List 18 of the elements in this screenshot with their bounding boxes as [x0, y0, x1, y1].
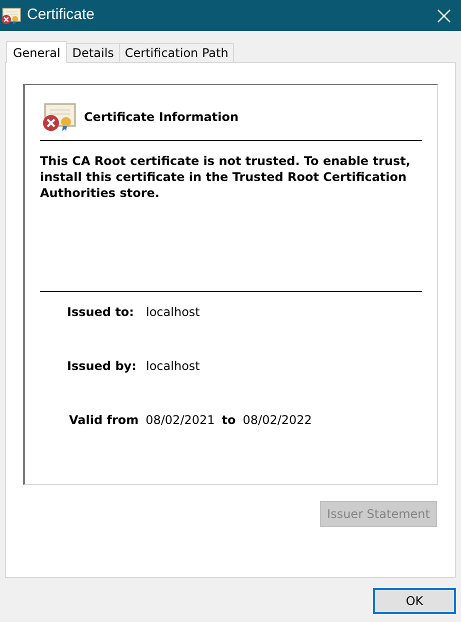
field-label: Valid from — [69, 412, 139, 429]
window-title: Certificate — [27, 5, 95, 26]
close-icon[interactable] — [437, 8, 451, 22]
tab[interactable]: Certification Path — [120, 43, 234, 62]
certificate-error-icon — [42, 102, 76, 132]
info-heading: Certificate Information — [84, 109, 238, 126]
field-value: 08/02/2021 — [146, 412, 215, 429]
field-value: localhost — [146, 304, 200, 321]
ok-button[interactable]: OK — [373, 588, 456, 614]
trust-message: This CA Root certificate is not trusted. To enable trust, install this certificate in the Trusted Root Certification Authorities store. — [40, 153, 412, 201]
field-value: 08/02/2022 — [242, 412, 312, 429]
tab[interactable]: Details — [67, 43, 120, 62]
certificate-error-icon — [1, 6, 21, 26]
field-label: Issued by: — [67, 358, 138, 375]
field-label: to — [222, 412, 236, 429]
field-value: localhost — [146, 358, 200, 375]
field-label: Issued to: — [67, 304, 135, 321]
tab[interactable]: General — [6, 41, 68, 63]
